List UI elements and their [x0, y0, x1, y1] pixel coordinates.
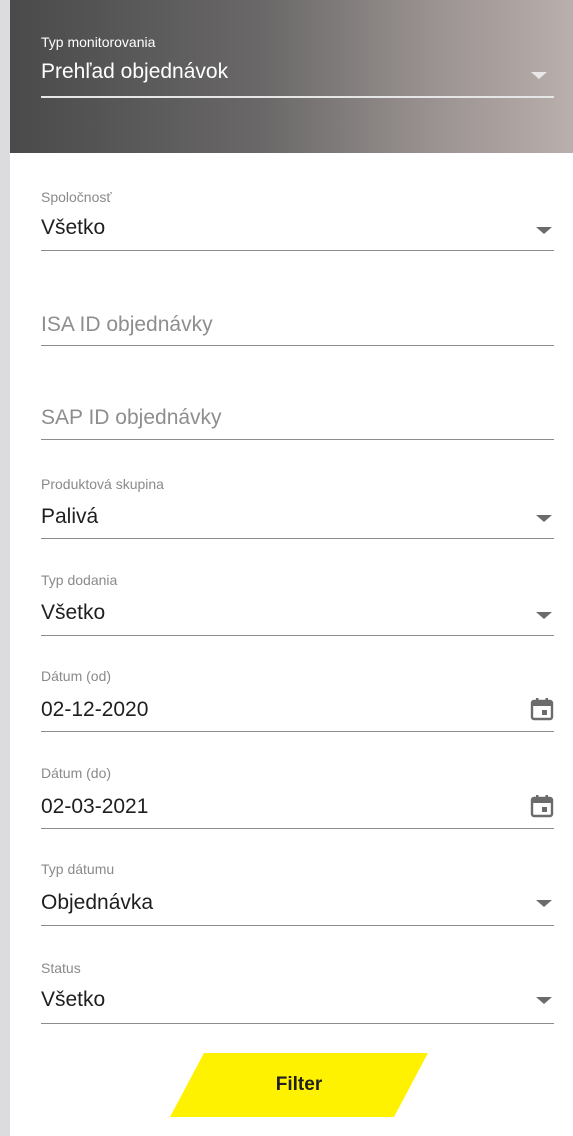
sap-order-id-placeholder[interactable]: SAP ID objednávky	[41, 406, 222, 430]
calendar-icon[interactable]	[530, 794, 554, 818]
delivery-type-underline	[41, 635, 554, 636]
calendar-icon[interactable]	[530, 697, 554, 721]
product-group-value[interactable]: Palivá	[41, 505, 98, 529]
chevron-down-icon[interactable]	[531, 72, 547, 79]
monitoring-type-label: Typ monitorovania	[41, 34, 156, 50]
isa-order-id-input[interactable]: ISA ID objednávky	[41, 300, 554, 348]
delivery-type-select[interactable]: Typ dodania Všetko	[41, 569, 554, 637]
product-group-select[interactable]: Produktová skupina Palivá	[41, 472, 554, 540]
date-to-label: Dátum (do)	[41, 765, 112, 781]
chevron-down-icon[interactable]	[536, 227, 552, 234]
status-value[interactable]: Všetko	[41, 988, 105, 1012]
company-label: Spoločnosť	[41, 189, 112, 205]
product-group-label: Produktová skupina	[41, 476, 164, 492]
date-to-value[interactable]: 02-03-2021	[41, 795, 148, 819]
isa-order-id-placeholder[interactable]: ISA ID objednávky	[41, 313, 213, 337]
date-type-label: Typ dátumu	[41, 861, 115, 877]
date-from-label: Dátum (od)	[41, 668, 112, 684]
left-edge-strip	[0, 0, 10, 1136]
date-from-underline	[41, 731, 554, 732]
chevron-down-icon[interactable]	[536, 997, 552, 1004]
product-group-underline	[41, 538, 554, 539]
page: Typ monitorovania Prehľad objednávok Spo…	[0, 0, 573, 1136]
chevron-down-icon[interactable]	[536, 612, 552, 619]
status-select[interactable]: Status Všetko	[41, 957, 554, 1025]
date-to-underline	[41, 828, 554, 829]
filter-button[interactable]: Filter	[170, 1053, 428, 1117]
date-type-underline	[41, 925, 554, 926]
date-type-select[interactable]: Typ dátumu Objednávka	[41, 858, 554, 926]
filter-button-label[interactable]: Filter	[170, 1053, 428, 1117]
date-from-picker[interactable]: Dátum (od) 02-12-2020	[41, 664, 554, 732]
status-underline	[41, 1023, 554, 1024]
sap-order-id-input[interactable]: SAP ID objednávky	[41, 393, 554, 441]
monitoring-type-underline	[41, 96, 554, 98]
delivery-type-value[interactable]: Všetko	[41, 601, 105, 625]
chevron-down-icon[interactable]	[536, 900, 552, 907]
chevron-down-icon[interactable]	[536, 515, 552, 522]
company-underline	[41, 250, 554, 251]
company-value[interactable]: Všetko	[41, 216, 105, 240]
delivery-type-label: Typ dodania	[41, 572, 118, 588]
isa-order-id-underline	[41, 345, 554, 346]
date-to-picker[interactable]: Dátum (do) 02-03-2021	[41, 761, 554, 829]
monitoring-type-value[interactable]: Prehľad objednávok	[41, 60, 228, 84]
date-from-value[interactable]: 02-12-2020	[41, 698, 148, 722]
sap-order-id-underline	[41, 439, 554, 440]
status-label: Status	[41, 960, 81, 976]
date-type-value[interactable]: Objednávka	[41, 891, 153, 915]
company-select[interactable]: Spoločnosť Všetko	[41, 185, 554, 253]
